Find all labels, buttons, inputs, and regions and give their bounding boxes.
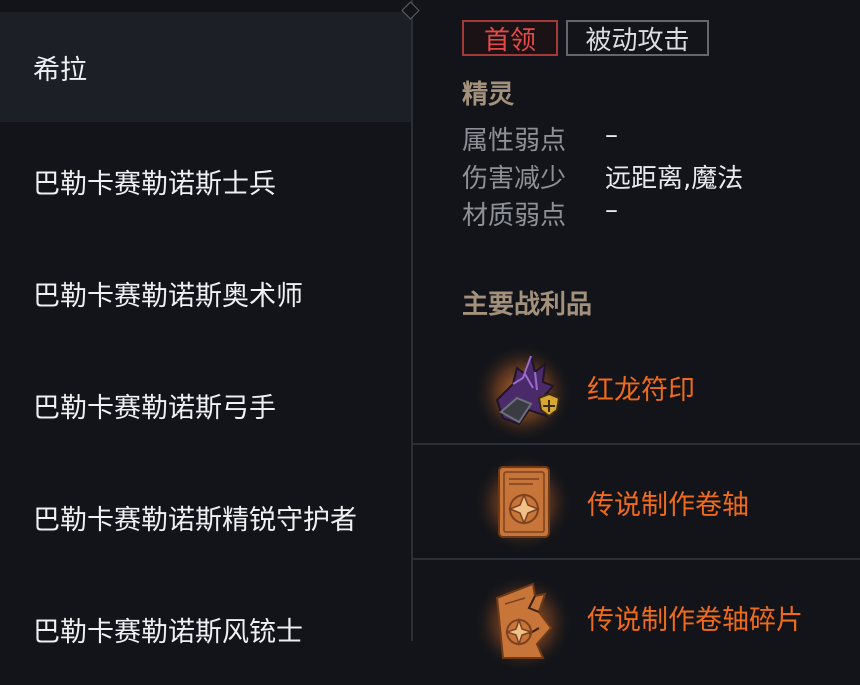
race-label: 精灵 [462,80,515,110]
loot-item-name[interactable]: 传说制作卷轴碎片 [587,560,803,675]
loot-item-row[interactable]: 红龙符印 [413,330,860,445]
loot-item-row[interactable]: 传说制作卷轴碎片 [413,560,860,675]
monster-name: 巴勒卡赛勒诺斯弓手 [33,392,276,424]
monster-list-item[interactable]: 巴勒卡赛勒诺斯奥术师 [0,237,411,349]
stat-value-material-weakness: – [605,195,618,225]
monster-list: 希拉 巴勒卡赛勒诺斯士兵 巴勒卡赛勒诺斯奥术师 巴勒卡赛勒诺斯弓手 巴勒卡赛勒诺… [0,0,411,648]
monster-list-item[interactable]: 巴勒卡赛勒诺斯弓手 [0,349,411,461]
stat-label-damage-reduction: 伤害减少 [462,164,567,194]
monster-name: 巴勒卡赛勒诺斯奥术师 [33,280,303,312]
monster-list-item-selected[interactable]: 希拉 [0,12,411,122]
loot-item-name[interactable]: 传说制作卷轴 [587,445,749,560]
monster-name: 巴勒卡赛勒诺斯士兵 [33,168,276,200]
stat-value-element-weakness: – [605,120,618,150]
stat-label-material-weakness: 材质弱点 [462,201,567,231]
main-loot-title: 主要战利品 [462,290,593,320]
boss-tag: 首领 [462,20,558,56]
red-dragon-seal-icon [473,343,573,438]
monster-list-item[interactable]: 巴勒卡赛勒诺斯精锐守护者 [0,461,411,573]
legendary-scroll-icon [473,453,573,553]
legendary-scroll-fragment-icon [473,573,573,668]
monster-name: 希拉 [33,54,87,86]
monster-name: 巴勒卡赛勒诺斯风铳士 [33,616,303,648]
stat-value-damage-reduction: 远距离,魔法 [605,164,744,194]
monster-list-item[interactable]: 巴勒卡赛勒诺斯士兵 [0,125,411,237]
monster-name: 巴勒卡赛勒诺斯精锐守护者 [33,504,357,536]
monster-list-item[interactable]: 巴勒卡赛勒诺斯风铳士 [0,573,411,685]
loot-item-row[interactable]: 传说制作卷轴 [413,445,860,560]
stat-label-element-weakness: 属性弱点 [462,126,567,156]
loot-item-name[interactable]: 红龙符印 [587,330,695,445]
passive-attack-tag: 被动攻击 [566,20,709,56]
